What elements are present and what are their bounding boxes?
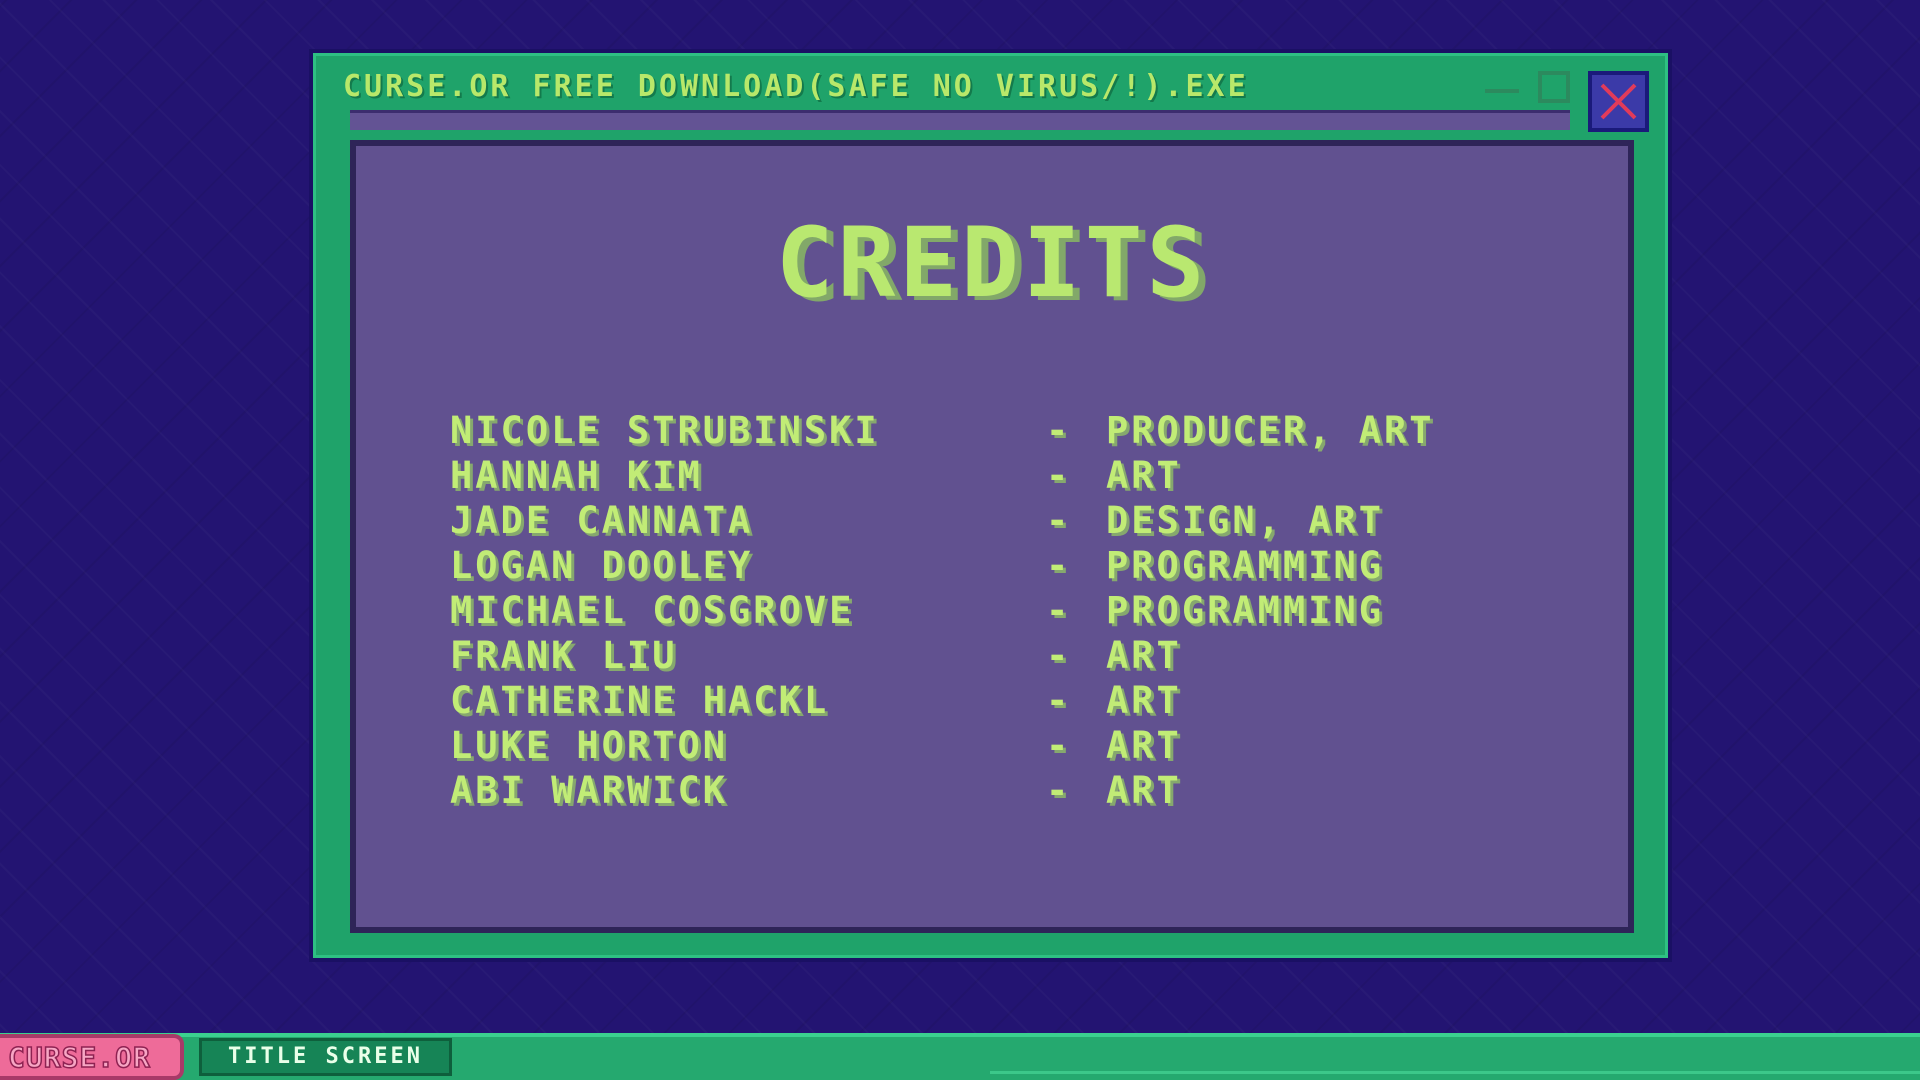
credit-separator: - xyxy=(1046,769,1072,812)
credit-separator: - xyxy=(1046,544,1072,587)
credit-name: NICOLE STRUBINSKI xyxy=(450,409,880,452)
credit-separator: - xyxy=(1046,634,1072,677)
credit-role: ART xyxy=(1106,724,1182,767)
credit-separator: - xyxy=(1046,499,1072,542)
title-bar-progress xyxy=(350,110,1570,130)
credit-row: JADE CANNATA - DESIGN, ART xyxy=(450,498,1550,543)
credits-panel: CREDITS NICOLE STRUBINSKI - PRODUCER, AR… xyxy=(350,140,1634,933)
credit-separator: - xyxy=(1046,589,1072,632)
credit-name: MICHAEL COSGROVE xyxy=(450,589,855,632)
credit-row: HANNAH KIM - ART xyxy=(450,453,1550,498)
credit-role: ART xyxy=(1106,679,1182,722)
maximize-icon xyxy=(1538,71,1570,103)
start-button-label: CURSE.OR xyxy=(7,1041,151,1075)
credit-name: LOGAN DOOLEY xyxy=(450,544,754,587)
minimize-icon xyxy=(1485,89,1519,93)
credit-role: ART xyxy=(1106,454,1182,497)
credits-heading: CREDITS xyxy=(775,207,1209,319)
credit-row: NICOLE STRUBINSKI - PRODUCER, ART xyxy=(450,408,1550,453)
credit-role: ART xyxy=(1106,769,1182,812)
start-button[interactable]: CURSE.OR xyxy=(0,1034,184,1080)
credit-role: PROGRAMMING xyxy=(1106,589,1385,632)
credit-role: PROGRAMMING xyxy=(1106,544,1385,587)
credit-name: CATHERINE HACKL xyxy=(450,679,830,722)
credit-row: LOGAN DOOLEY - PROGRAMMING xyxy=(450,543,1550,588)
credit-name: LUKE HORTON xyxy=(450,724,729,767)
credit-name: HANNAH KIM xyxy=(450,454,703,497)
credit-separator: - xyxy=(1046,454,1072,497)
credit-row: ABI WARWICK - ART xyxy=(450,768,1550,813)
credit-row: MICHAEL COSGROVE - PROGRAMMING xyxy=(450,588,1550,633)
credits-window: CURSE.OR FREE DOWNLOAD(SAFE NO VIRUS/!).… xyxy=(313,53,1668,958)
window-title: CURSE.OR FREE DOWNLOAD(SAFE NO VIRUS/!).… xyxy=(343,69,1249,104)
credit-name: JADE CANNATA xyxy=(450,499,754,542)
credit-name: ABI WARWICK xyxy=(450,769,729,812)
maximize-button[interactable] xyxy=(1538,71,1570,103)
taskbar-divider xyxy=(990,1071,1920,1074)
credit-separator: - xyxy=(1046,409,1072,452)
credit-separator: - xyxy=(1046,724,1072,767)
credit-role: PRODUCER, ART xyxy=(1106,409,1435,452)
credit-row: CATHERINE HACKL - ART xyxy=(450,678,1550,723)
credit-role: DESIGN, ART xyxy=(1106,499,1385,542)
credit-row: LUKE HORTON - ART xyxy=(450,723,1550,768)
minimize-button[interactable] xyxy=(1485,86,1519,98)
credit-list: NICOLE STRUBINSKI - PRODUCER, ART HANNAH… xyxy=(450,408,1550,813)
taskbar-tab-title-screen[interactable]: TITLE SCREEN xyxy=(199,1038,452,1076)
credit-name: FRANK LIU xyxy=(450,634,678,677)
taskbar-tab-label: TITLE SCREEN xyxy=(228,1044,423,1069)
credit-separator: - xyxy=(1046,679,1072,722)
credit-role: ART xyxy=(1106,634,1182,677)
credit-row: FRANK LIU - ART xyxy=(450,633,1550,678)
close-icon xyxy=(1600,83,1637,120)
close-button[interactable] xyxy=(1588,71,1649,132)
